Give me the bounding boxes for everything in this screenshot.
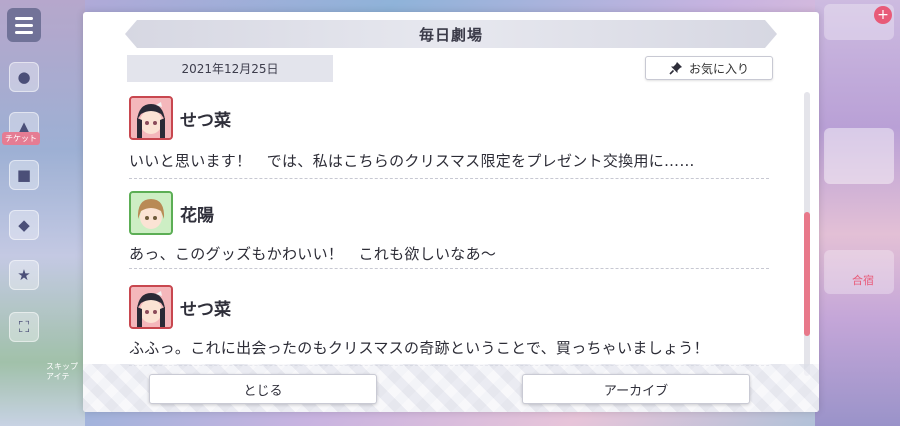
speaker-name: せつ菜	[180, 299, 231, 320]
skip-item-label: スキップ アイテ	[46, 362, 78, 381]
event-banner[interactable]	[824, 128, 894, 184]
background-right-panel	[815, 0, 900, 426]
dialogue-text: いいと思います！ では、私はこちらのクリスマス限定をプレゼント交換用に……	[129, 152, 695, 170]
setsuna-avatar	[129, 285, 173, 329]
dialogue-entry: せつ菜 ふふっ。これに出会ったのもクリスマスの奇跡ということで、買っちゃいましょ…	[129, 285, 769, 366]
scrollbar-thumb[interactable]	[804, 212, 810, 336]
add-icon[interactable]: +	[874, 6, 892, 24]
close-button[interactable]: とじる	[149, 374, 377, 404]
speaker-name: せつ菜	[180, 110, 231, 131]
expand-icon[interactable]: ⛶	[9, 312, 39, 342]
divider	[129, 178, 769, 179]
ticket-badge: チケット	[2, 132, 40, 145]
dialogue-text: ふふっ。これに出会ったのもクリスマスの奇跡ということで、買っちゃいましょう！	[129, 339, 709, 357]
chat-icon[interactable]: ●	[9, 62, 39, 92]
camp-button[interactable]: 合宿	[824, 250, 894, 294]
trophy-icon[interactable]: ★	[9, 260, 39, 290]
date-label: 2021年12月25日	[127, 55, 333, 82]
dialogue-entry: 花陽 あっ、このグッズもかわいい！ これも欲しいなあ〜	[129, 191, 769, 269]
daily-theater-dialog: 毎日劇場 2021年12月25日 お気に入り せつ菜 いいと思います！ では、私…	[83, 12, 819, 412]
gift-icon[interactable]: ■	[9, 160, 39, 190]
hanayo-avatar	[129, 191, 173, 235]
dialogue-text: あっ、このグッズもかわいい！ これも欲しいなあ〜	[129, 245, 497, 263]
favorite-label: お気に入り	[688, 61, 749, 76]
card-icon[interactable]: ◆	[9, 210, 39, 240]
dialogue-entry: せつ菜 いいと思います！ では、私はこちらのクリスマス限定をプレゼント交換用に……	[129, 96, 769, 179]
divider	[129, 268, 769, 269]
dialogue-list[interactable]: せつ菜 いいと思います！ では、私はこちらのクリスマス限定をプレゼント交換用に……	[129, 92, 771, 372]
pin-icon	[669, 62, 682, 75]
dialog-title: 毎日劇場	[125, 20, 777, 48]
favorite-button[interactable]: お気に入り	[645, 56, 773, 80]
menu-icon[interactable]	[7, 8, 41, 42]
camp-label: 合宿	[852, 274, 874, 287]
speaker-name: 花陽	[180, 205, 214, 226]
setsuna-avatar	[129, 96, 173, 140]
archive-button[interactable]: アーカイブ	[522, 374, 750, 404]
